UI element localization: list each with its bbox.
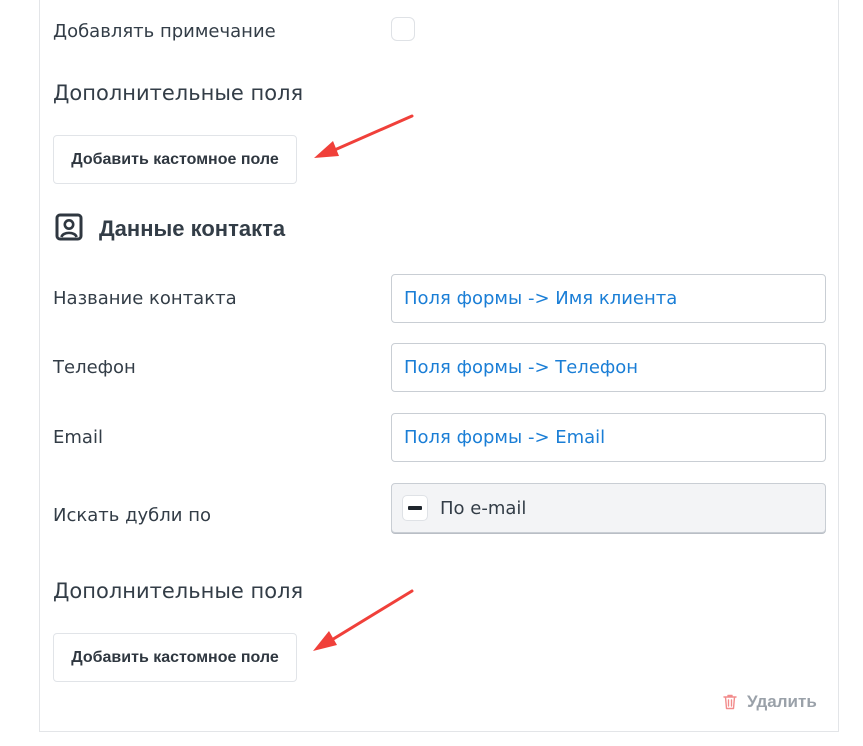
phone-value: Поля формы -> Телефон xyxy=(404,357,639,378)
add-note-label: Добавлять примечание xyxy=(53,21,276,42)
contact-section-title: Данные контакта xyxy=(99,216,286,241)
duplicates-value: По e-mail xyxy=(440,497,527,519)
minus-icon xyxy=(402,495,428,521)
extra-fields-title-2: Дополнительные поля xyxy=(53,579,304,603)
email-value: Поля формы -> Email xyxy=(404,427,606,448)
delete-button[interactable]: Удалить xyxy=(723,692,817,712)
email-field[interactable]: Поля формы -> Email xyxy=(391,413,826,462)
contact-name-value: Поля формы -> Имя клиента xyxy=(404,288,678,309)
trash-icon xyxy=(723,694,737,710)
add-custom-field-button[interactable]: Добавить кастомное поле xyxy=(53,135,297,184)
email-label: Email xyxy=(53,427,103,448)
delete-label: Удалить xyxy=(747,692,817,711)
duplicates-select[interactable]: По e-mail xyxy=(391,483,826,533)
contact-card-icon xyxy=(55,213,83,245)
add-custom-field-button-2[interactable]: Добавить кастомное поле xyxy=(53,633,297,682)
extra-fields-title: Дополнительные поля xyxy=(53,81,304,105)
contact-name-field[interactable]: Поля формы -> Имя клиента xyxy=(391,274,826,323)
duplicates-label: Искать дубли по xyxy=(53,505,211,526)
contact-section-heading: Данные контакта xyxy=(55,213,285,245)
phone-field[interactable]: Поля формы -> Телефон xyxy=(391,343,826,392)
contact-name-label: Название контакта xyxy=(53,288,237,309)
phone-label: Телефон xyxy=(53,357,136,378)
add-note-checkbox[interactable] xyxy=(391,17,415,41)
